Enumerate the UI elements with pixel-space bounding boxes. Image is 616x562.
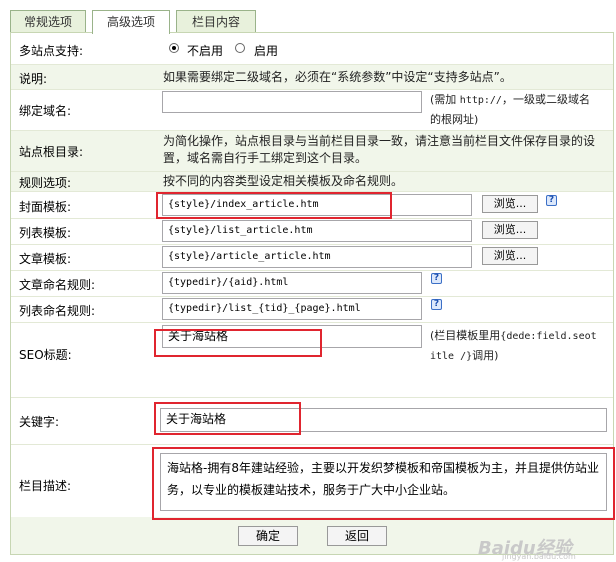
back-button[interactable]: 返回 bbox=[327, 526, 387, 546]
siteroot-text: 为简化操作，站点根目录与当前栏目目录一致，请注意当前栏目文件保存目录的设 置，域… bbox=[163, 134, 596, 165]
seo-title-hint: (栏目模板里用{dede:field.seot itle /}调用) bbox=[430, 329, 597, 362]
note-text: 如果需要绑定二级域名，必须在“系统参数”中设定“支持多站点”。 bbox=[163, 70, 512, 84]
radio-enable-label: 启用 bbox=[254, 44, 279, 58]
multisite-label: 多站点支持: bbox=[19, 44, 84, 58]
radio-disable[interactable] bbox=[169, 43, 179, 53]
row-article-rule: 文章命名规则: {typedir}/{aid}.html ? bbox=[11, 271, 613, 297]
confirm-button[interactable]: 确定 bbox=[238, 526, 298, 546]
seo-title-label: SEO标题: bbox=[19, 348, 72, 362]
list-rule-input[interactable]: {typedir}/list_{tid}_{page}.html bbox=[162, 298, 422, 320]
radio-disable-label: 不启用 bbox=[187, 44, 224, 58]
help-icon[interactable]: ? bbox=[431, 299, 442, 310]
rules-label: 规则选项: bbox=[19, 176, 72, 190]
form-panel: 多站点支持: 不启用 启用 说明: 如果需要绑定二级域名，必须在“系统参数”中设… bbox=[10, 32, 615, 555]
row-multisite: 多站点支持: 不启用 启用 bbox=[11, 33, 613, 65]
note-label: 说明: bbox=[19, 72, 48, 86]
article-rule-label: 文章命名规则: bbox=[19, 278, 96, 292]
row-list-rule: 列表命名规则: {typedir}/list_{tid}_{page}.html… bbox=[11, 297, 613, 323]
article-rule-input[interactable]: {typedir}/{aid}.html bbox=[162, 272, 422, 294]
keywords-label: 关键字: bbox=[19, 415, 60, 429]
domain-hint: (需加 http://，一级或二级域名 的根网址) bbox=[430, 93, 590, 126]
tab-content[interactable]: 栏目内容 bbox=[176, 10, 256, 33]
article-template-label: 文章模板: bbox=[19, 252, 72, 266]
row-article-template: 文章模板: {style}/article_article.htm 浏览... bbox=[11, 245, 613, 271]
highlight-keywords bbox=[154, 402, 301, 435]
siteroot-label: 站点根目录: bbox=[19, 145, 84, 159]
tab-general[interactable]: 常规选项 bbox=[10, 10, 86, 33]
domain-label: 绑定域名: bbox=[19, 104, 72, 118]
highlight-description bbox=[152, 447, 615, 520]
article-template-input[interactable]: {style}/article_article.htm bbox=[162, 246, 472, 268]
highlight-cover-template bbox=[156, 192, 392, 219]
tab-advanced[interactable]: 高级选项 bbox=[92, 10, 170, 34]
description-label: 栏目描述: bbox=[19, 479, 72, 493]
list-browse-button[interactable]: 浏览... bbox=[482, 221, 538, 239]
domain-input[interactable] bbox=[162, 91, 422, 113]
list-template-input[interactable]: {style}/list_article.htm bbox=[162, 220, 472, 242]
highlight-seo-title bbox=[154, 329, 322, 357]
row-keywords: 关键字: 关于海站格 bbox=[11, 398, 613, 445]
watermark-url: jingyan.baidu.com bbox=[502, 552, 576, 561]
row-note: 说明: 如果需要绑定二级域名，必须在“系统参数”中设定“支持多站点”。 bbox=[11, 65, 613, 90]
article-browse-button[interactable]: 浏览... bbox=[482, 247, 538, 265]
cover-template-label: 封面模板: bbox=[19, 200, 72, 214]
help-icon[interactable]: ? bbox=[546, 195, 557, 206]
help-icon[interactable]: ? bbox=[431, 273, 442, 284]
row-list-template: 列表模板: {style}/list_article.htm 浏览... bbox=[11, 219, 613, 245]
radio-enable[interactable] bbox=[235, 43, 245, 53]
cover-browse-button[interactable]: 浏览... bbox=[482, 195, 538, 213]
row-domain: 绑定域名: (需加 http://，一级或二级域名 的根网址) bbox=[11, 90, 613, 131]
list-template-label: 列表模板: bbox=[19, 226, 72, 240]
rules-text: 按不同的内容类型设定相关模板及命名规则。 bbox=[163, 174, 404, 188]
row-rules: 规则选项: 按不同的内容类型设定相关模板及命名规则。 bbox=[11, 172, 613, 192]
list-rule-label: 列表命名规则: bbox=[19, 304, 96, 318]
row-siteroot: 站点根目录: 为简化操作，站点根目录与当前栏目目录一致，请注意当前栏目文件保存目… bbox=[11, 131, 613, 172]
